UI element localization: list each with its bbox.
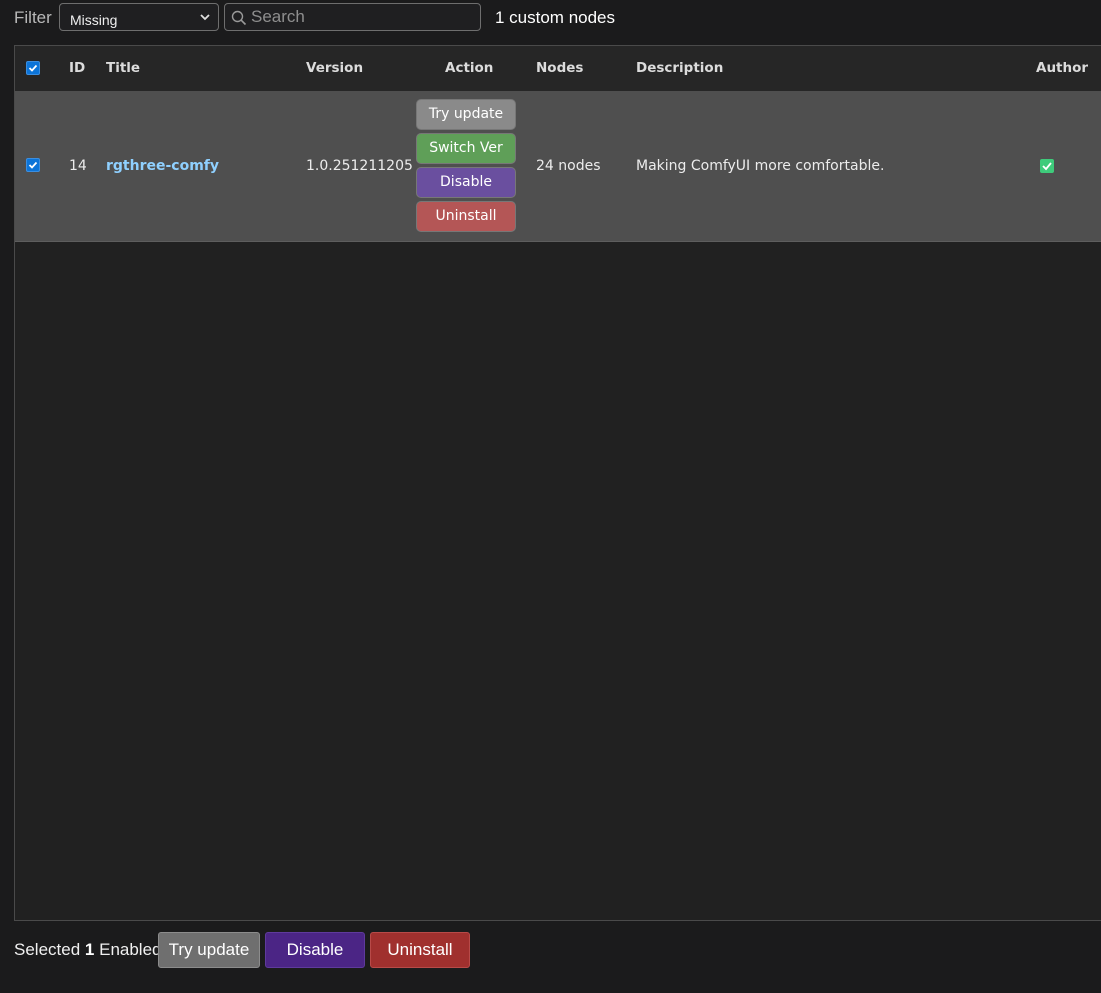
node-title-link[interactable]: rgthree-comfy bbox=[106, 158, 219, 174]
filter-label: Filter bbox=[14, 8, 52, 27]
row-nodes-count: 24 nodes bbox=[536, 158, 601, 174]
column-header-title[interactable]: Title bbox=[106, 60, 140, 76]
column-header-nodes[interactable]: Nodes bbox=[536, 60, 583, 76]
column-header-author[interactable]: Author bbox=[1036, 60, 1088, 76]
column-header-version[interactable]: Version bbox=[306, 60, 363, 76]
column-header-action: Action bbox=[445, 60, 494, 76]
toolbar: Filter Missing 1 custom nodes bbox=[0, 0, 1101, 36]
selection-footer: Selected 1 Enabled Try update Disable Un… bbox=[0, 930, 1101, 970]
selected-prefix: Selected bbox=[14, 940, 81, 959]
row-version: 1.0.251211205 bbox=[306, 158, 413, 174]
filter-selected-value: Missing bbox=[70, 12, 118, 28]
column-header-description[interactable]: Description bbox=[636, 60, 723, 76]
uninstall-button[interactable]: Uninstall bbox=[416, 201, 516, 232]
checkmark-icon bbox=[28, 64, 38, 72]
table-row[interactable]: 14 rgthree-comfy 1.0.251211205 Try updat… bbox=[15, 91, 1101, 242]
filter-dropdown[interactable]: Missing bbox=[59, 3, 219, 31]
custom-nodes-table: ID Title Version Action Nodes Descriptio… bbox=[14, 45, 1101, 921]
bulk-try-update-button[interactable]: Try update bbox=[158, 932, 260, 968]
node-count-label: 1 custom nodes bbox=[495, 8, 616, 27]
table-header: ID Title Version Action Nodes Descriptio… bbox=[15, 46, 1101, 92]
verified-author-icon bbox=[1040, 159, 1054, 173]
check-icon bbox=[1042, 162, 1052, 171]
row-id: 14 bbox=[69, 158, 87, 174]
try-update-button[interactable]: Try update bbox=[416, 99, 516, 130]
search-box[interactable] bbox=[224, 3, 481, 31]
row-description: Making ComfyUI more comfortable. bbox=[636, 158, 885, 174]
select-all-checkbox[interactable] bbox=[26, 61, 40, 75]
disable-button[interactable]: Disable bbox=[416, 167, 516, 198]
bulk-disable-button[interactable]: Disable bbox=[265, 932, 365, 968]
search-input[interactable] bbox=[251, 6, 471, 28]
checkmark-icon bbox=[28, 161, 38, 169]
selection-summary: Selected 1 Enabled bbox=[14, 940, 162, 960]
switch-version-button[interactable]: Switch Ver bbox=[416, 133, 516, 164]
row-select-checkbox[interactable] bbox=[26, 158, 40, 172]
bulk-uninstall-button[interactable]: Uninstall bbox=[370, 932, 470, 968]
selected-count: 1 bbox=[84, 940, 95, 959]
column-header-id[interactable]: ID bbox=[69, 60, 85, 76]
search-icon bbox=[231, 10, 247, 26]
selected-suffix: Enabled bbox=[99, 940, 162, 959]
chevron-down-icon bbox=[200, 14, 210, 21]
